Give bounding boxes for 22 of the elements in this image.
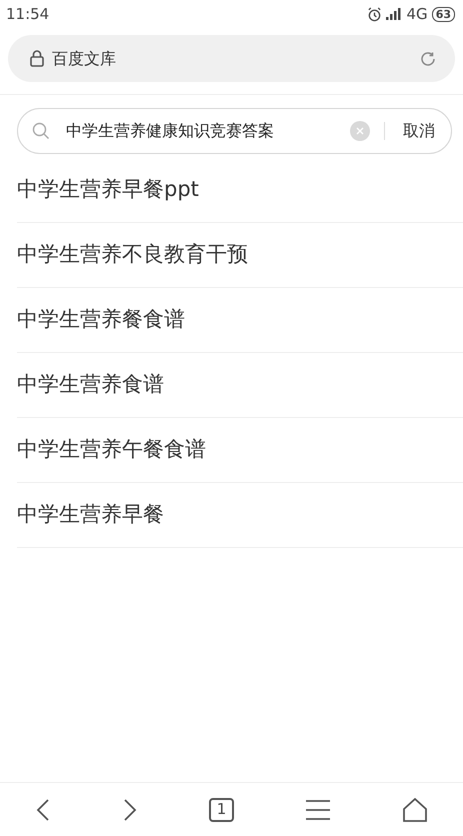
tabs-button[interactable]: 1	[208, 798, 234, 822]
suggestion-item[interactable]: 中学生营养早餐	[17, 483, 463, 548]
network-type: 4G	[406, 4, 428, 25]
home-icon[interactable]	[402, 798, 427, 822]
alarm-icon	[366, 6, 382, 22]
forward-icon[interactable]	[122, 798, 137, 822]
status-time: 11:54	[6, 4, 50, 25]
search-field[interactable]: 中学生营养健康知识竞赛答案 取消	[17, 108, 452, 154]
signal-icon	[386, 8, 403, 20]
back-icon[interactable]	[36, 798, 50, 822]
page-title[interactable]: 百度文库	[52, 46, 116, 70]
battery-level: 63	[432, 6, 455, 22]
suggestion-item[interactable]: 中学生营养早餐ppt	[17, 158, 463, 223]
suggestion-item[interactable]: 中学生营养不良教育干预	[17, 223, 463, 288]
suggestion-item[interactable]: 中学生营养食谱	[17, 353, 463, 418]
menu-icon[interactable]	[306, 798, 330, 820]
suggestion-item[interactable]: 中学生营养午餐食谱	[17, 418, 463, 483]
cancel-button[interactable]: 取消	[399, 119, 435, 143]
search-icon	[32, 122, 50, 140]
lock-icon	[30, 50, 44, 67]
reload-icon[interactable]	[419, 50, 437, 68]
suggestion-item[interactable]: 中学生营养餐食谱	[17, 288, 463, 353]
